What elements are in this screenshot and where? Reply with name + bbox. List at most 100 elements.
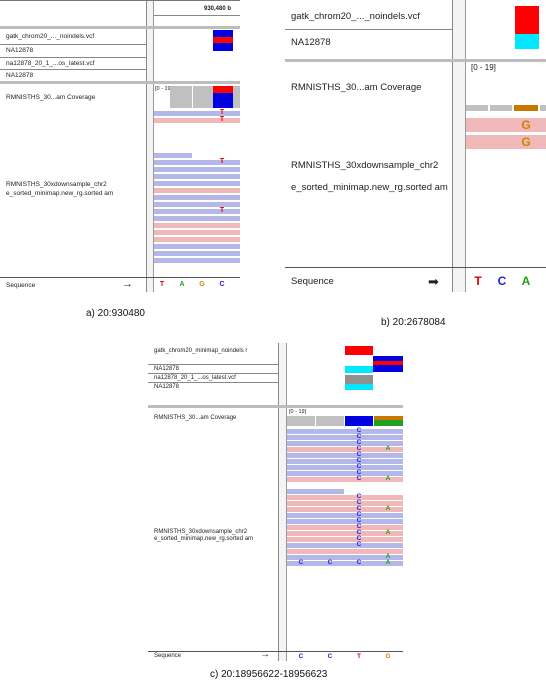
read-mismatch-base: A (385, 445, 391, 452)
read[interactable] (287, 489, 344, 494)
coverage-bar[interactable] (540, 105, 546, 111)
vcf-variant[interactable] (345, 346, 373, 355)
read[interactable] (287, 543, 403, 548)
vcf-variant[interactable] (515, 6, 539, 34)
read[interactable] (287, 435, 403, 440)
read-mismatch-base: C (327, 559, 333, 566)
coverage-range: [0 - 19] (289, 409, 307, 415)
coverage-bar[interactable] (233, 86, 240, 108)
read[interactable] (154, 181, 240, 186)
vcf-genotype[interactable] (373, 365, 403, 372)
track-vcf-gatk[interactable]: gatk_chrom20_minimap_noindels r (154, 348, 276, 355)
coverage-track-label[interactable]: RMNISTHS_30...am Coverage (6, 94, 95, 101)
track-vcf-na12878[interactable]: na12878_20_1_...os_latest.vcf (6, 60, 95, 67)
read[interactable] (154, 111, 240, 116)
coverage-track-label[interactable]: RMNISTHS_30...am Coverage (291, 77, 421, 99)
read[interactable] (154, 195, 240, 200)
read[interactable] (154, 118, 240, 123)
coverage-bar[interactable] (287, 416, 315, 426)
sequence-track-label[interactable]: Sequence (291, 271, 334, 292)
track-sample-na12878-2[interactable]: NA12878 (6, 72, 33, 79)
coverage-bar[interactable] (193, 86, 213, 108)
read[interactable] (154, 258, 240, 263)
coverage-track-label[interactable]: RMNISTHS_30...am Coverage (154, 415, 236, 421)
read[interactable] (154, 216, 240, 221)
locus-label: 930,480 b (204, 6, 232, 12)
read[interactable] (154, 153, 192, 158)
track-sample-na12878[interactable]: NA12878 (291, 32, 331, 54)
caption-c: c) 20:18956622-18956623 (210, 669, 328, 680)
sequence-track-label[interactable]: Sequence (154, 653, 181, 659)
coverage-bar-ref[interactable] (213, 93, 233, 108)
read[interactable] (154, 223, 240, 228)
coverage-bar-ref[interactable] (345, 416, 373, 426)
read[interactable] (287, 429, 403, 434)
caption-a: a) 20:930480 (86, 308, 145, 319)
reference-base: A (179, 281, 185, 288)
read[interactable] (154, 188, 240, 193)
alignment-track-label[interactable]: RMNISTHS_30xdownsample_chr2 e_sorted_min… (291, 155, 451, 199)
read[interactable] (154, 244, 240, 249)
read[interactable] (154, 167, 240, 172)
read[interactable] (466, 118, 546, 132)
read[interactable] (287, 495, 403, 500)
coverage-bar[interactable] (466, 105, 488, 111)
reference-base: A (521, 274, 531, 288)
panel-c: gatk_chrom20_minimap_noindels r NA12878 … (148, 343, 403, 661)
alignment-track-label[interactable]: RMNISTHS_30xdownsample_chr2 e_sorted_min… (154, 529, 279, 543)
read[interactable] (287, 537, 403, 542)
track-sample-na12878[interactable]: NA12878 (6, 47, 33, 54)
vcf-genotype[interactable] (345, 384, 373, 390)
track-name-panel (148, 343, 279, 661)
read[interactable] (154, 160, 240, 165)
coverage-bar-alt[interactable] (514, 105, 538, 111)
read-mismatch-base: A (385, 505, 391, 512)
attribute-gutter (453, 0, 466, 292)
read-mismatch-base: A (385, 559, 391, 566)
read[interactable] (287, 513, 403, 518)
read[interactable] (154, 174, 240, 179)
read[interactable] (287, 519, 403, 524)
read-mismatch-base: T (219, 109, 225, 116)
read[interactable] (154, 209, 240, 214)
sequence-track-label[interactable]: Sequence (6, 282, 35, 289)
track-vcf-gatk[interactable]: gatk_chrom20_..._noindels.vcf (6, 33, 94, 40)
read[interactable] (287, 465, 403, 470)
reference-base: G (385, 653, 391, 660)
track-sample-na12878[interactable]: NA12878 (154, 366, 179, 372)
read-mismatch-base: T (219, 158, 225, 165)
read-mismatch-base: T (219, 207, 225, 214)
attribute-gutter (279, 343, 287, 661)
read[interactable] (154, 202, 240, 207)
strand-arrow-icon[interactable]: → (260, 649, 270, 660)
vcf-variant[interactable] (213, 30, 233, 37)
read[interactable] (287, 453, 403, 458)
panel-b: gatk_chrom20_..._noindels.vcf NA12878 RM… (285, 0, 546, 292)
read[interactable] (466, 135, 546, 149)
coverage-bar-alt[interactable] (213, 86, 233, 93)
vcf-genotype[interactable] (345, 375, 373, 384)
track-vcf-na12878[interactable]: na12878_20_1_...os_latest.vcf (154, 375, 236, 381)
reference-base: T (357, 653, 361, 660)
read[interactable] (154, 230, 240, 235)
track-sample-na12878-2[interactable]: NA12878 (154, 384, 179, 390)
vcf-genotype[interactable] (213, 43, 233, 51)
strand-arrow-icon[interactable]: → (122, 278, 133, 290)
reference-base: T (159, 281, 165, 288)
vcf-genotype[interactable] (345, 366, 373, 373)
alignment-track-label[interactable]: RMNISTHS_30xdownsample_chr2 e_sorted_min… (6, 180, 146, 198)
coverage-bar-alt[interactable] (374, 420, 403, 426)
coverage-bar[interactable] (170, 86, 192, 108)
read[interactable] (287, 459, 403, 464)
vcf-genotype[interactable] (515, 34, 539, 49)
track-vcf-gatk[interactable]: gatk_chrom20_..._noindels.vcf (291, 6, 420, 28)
read-mismatch-base: T (219, 116, 225, 123)
panel-a: 930,480 b gatk_chrom20_..._noindels.vcf … (0, 0, 240, 292)
read[interactable] (154, 237, 240, 242)
strand-arrow-icon[interactable]: ➡ (428, 271, 439, 292)
read-mismatch-base: C (356, 559, 362, 566)
coverage-bar[interactable] (316, 416, 344, 426)
coverage-bar[interactable] (490, 105, 512, 111)
read[interactable] (154, 251, 240, 256)
reference-base: C (219, 281, 225, 288)
